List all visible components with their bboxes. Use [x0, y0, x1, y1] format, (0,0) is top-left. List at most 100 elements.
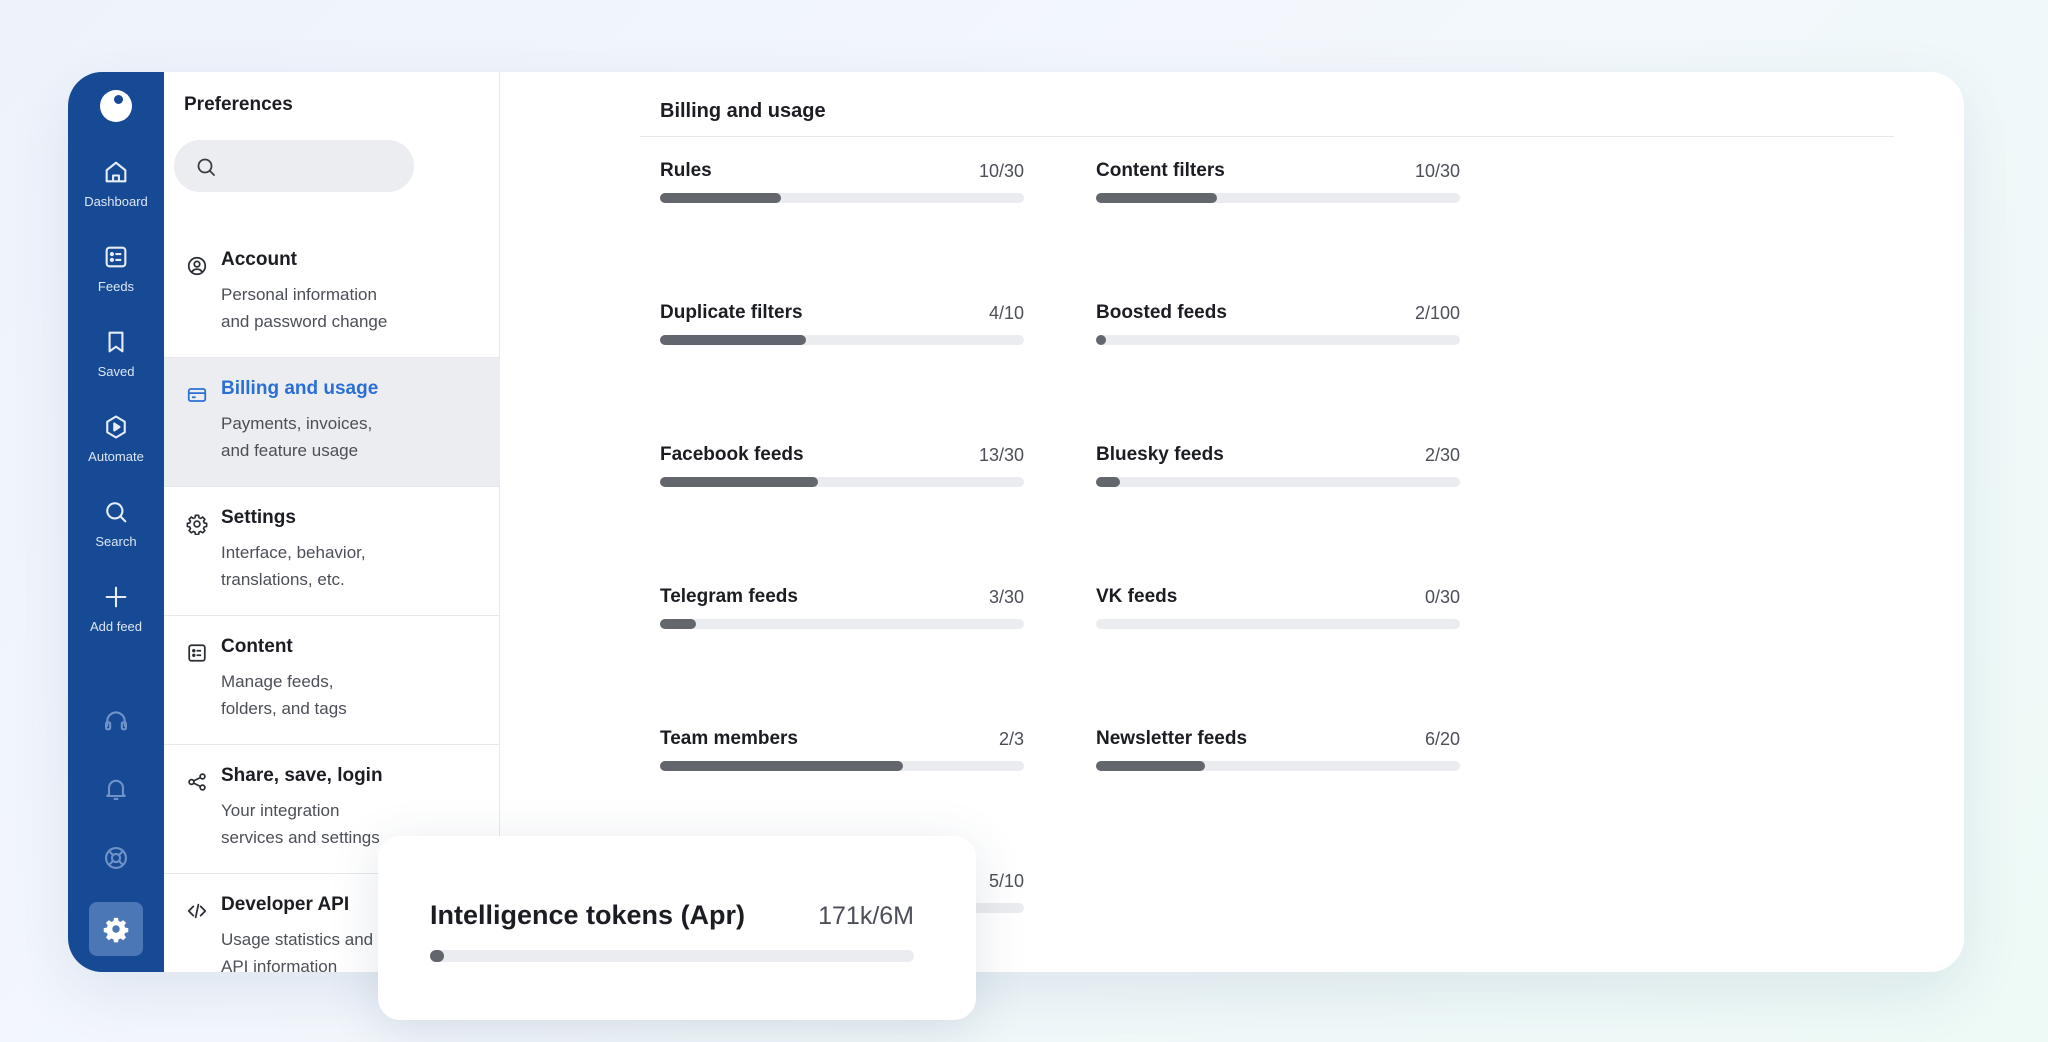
gear-icon [186, 514, 208, 535]
usage-meter: Duplicate filters 4/10 [660, 302, 1024, 345]
usage-progress-fill [660, 761, 903, 771]
rail-label-automate: Automate [88, 449, 144, 464]
usage-progress-track [660, 619, 1024, 629]
prefs-item-desc-line: Your integration [221, 801, 340, 820]
prefs-item-settings[interactable]: Settings Interface, behavior, translatio… [164, 487, 500, 616]
tokens-progress-fill [430, 950, 444, 962]
search-input[interactable] [226, 150, 396, 182]
search-icon [197, 158, 215, 176]
prefs-item-desc-line: Interface, behavior, [221, 543, 366, 562]
prefs-item-title: Account [221, 249, 297, 270]
intelligence-tokens-card: Intelligence tokens (Apr) 171k/6M [378, 836, 976, 1020]
preferences-search[interactable] [174, 140, 414, 192]
rail-item-search[interactable]: Search [68, 498, 164, 549]
usage-value: 3/30 [988, 587, 1024, 607]
usage-value: 10/30 [1414, 161, 1460, 181]
usage-value: 13/30 [978, 445, 1024, 465]
usage-meter: Bluesky feeds 2/30 [1096, 444, 1460, 487]
prefs-item-account[interactable]: Account Personal information and passwor… [164, 229, 500, 358]
app-window: Dashboard Feeds Saved Automate Search Ad… [68, 72, 1964, 972]
prefs-item-billing[interactable]: Billing and usage Payments, invoices, an… [164, 358, 500, 487]
headphones-icon[interactable] [102, 706, 130, 734]
feeds-icon [105, 246, 127, 268]
rail-label-dashboard: Dashboard [84, 194, 148, 209]
usage-label: Team members [660, 728, 798, 749]
usage-value: 10/30 [978, 161, 1024, 181]
rail-label-feeds: Feeds [97, 279, 135, 294]
rail-item-dashboard[interactable]: Dashboard [68, 158, 164, 209]
usage-label: Telegram feeds [660, 586, 798, 607]
user-circle-icon [187, 256, 207, 276]
usage-meter: Team members 2/3 [660, 728, 1024, 771]
tokens-progress-track [430, 950, 914, 962]
usage-progress-fill [1096, 477, 1120, 487]
prefs-item-content[interactable]: Content Manage feeds, folders, and tags [164, 616, 500, 745]
plus-icon [105, 586, 127, 608]
rail-label-add-feed: Add feed [89, 619, 143, 634]
prefs-item-desc: Personal information and password change [221, 281, 417, 335]
tokens-label: Intelligence tokens (Apr) [430, 900, 746, 930]
prefs-item-desc: Payments, invoices, and feature usage [221, 410, 417, 464]
usage-label: Facebook feeds [660, 444, 804, 465]
prefs-item-desc-line: translations, etc. [221, 570, 345, 589]
bookmark-icon [108, 331, 124, 353]
usage-label: Duplicate filters [660, 302, 803, 323]
prefs-item-desc-line: folders, and tags [221, 699, 347, 718]
app-logo[interactable] [100, 90, 132, 122]
credit-card-icon [187, 388, 207, 402]
home-icon [105, 161, 127, 183]
usage-meter: Facebook feeds 13/30 [660, 444, 1024, 487]
rail-item-automate[interactable]: Automate [68, 413, 164, 464]
settings-button[interactable] [89, 902, 143, 956]
list-icon [188, 644, 206, 662]
share-icon [188, 773, 206, 791]
tokens-value: 171k/6M [818, 902, 914, 930]
usage-progress-track [1096, 193, 1460, 203]
divider [640, 136, 1894, 137]
usage-progress-track [1096, 619, 1460, 629]
usage-label: VK feeds [1096, 586, 1178, 607]
usage-label: Newsletter feeds [1096, 728, 1248, 749]
usage-progress-fill [1096, 193, 1217, 203]
help-icon[interactable] [102, 844, 130, 872]
prefs-item-title: Developer API [221, 894, 350, 915]
prefs-item-desc-line: Personal information [221, 285, 377, 304]
prefs-item-desc-line: and password change [221, 312, 388, 331]
usage-value: 4/10 [988, 303, 1024, 323]
rail-item-feeds[interactable]: Feeds [68, 243, 164, 294]
prefs-item-title: Billing and usage [221, 378, 379, 399]
nav-rail: Dashboard Feeds Saved Automate Search Ad… [68, 72, 164, 972]
usage-meter: VK feeds 0/30 [1096, 586, 1460, 629]
rail-item-saved[interactable]: Saved [68, 328, 164, 379]
usage-progress-fill [660, 335, 806, 345]
usage-progress-track [1096, 335, 1460, 345]
usage-progress-fill [660, 619, 696, 629]
usage-value: 0/30 [1424, 587, 1460, 607]
usage-value: 2/3 [998, 729, 1024, 749]
usage-progress-fill [660, 477, 818, 487]
code-icon [187, 903, 207, 919]
bell-icon[interactable] [102, 775, 130, 803]
usage-meter: Rules 10/30 [660, 160, 1024, 203]
usage-value: 6/20 [1424, 729, 1460, 749]
usage-progress-track [660, 335, 1024, 345]
usage-meter: Content filters 10/30 [1096, 160, 1460, 203]
prefs-item-desc-line: Payments, invoices, [221, 414, 373, 433]
usage-progress-track [660, 193, 1024, 203]
usage-progress-fill [660, 193, 781, 203]
usage-value: 2/30 [1424, 445, 1460, 465]
usage-meter: Newsletter feeds 6/20 [1096, 728, 1460, 771]
usage-progress-track [660, 761, 1024, 771]
usage-meter: Telegram feeds 3/30 [660, 586, 1024, 629]
usage-progress-track [1096, 477, 1460, 487]
preferences-title: Preferences [184, 94, 293, 115]
usage-label: Boosted feeds [1096, 302, 1227, 323]
search-icon [106, 502, 127, 523]
rail-item-add-feed[interactable]: Add feed [68, 583, 164, 634]
prefs-item-desc-line: and feature usage [221, 441, 359, 460]
prefs-item-desc: Interface, behavior, translations, etc. [221, 539, 417, 593]
prefs-item-desc: Manage feeds, folders, and tags [221, 668, 417, 722]
usage-label: Content filters [1096, 160, 1225, 181]
usage-progress-track [1096, 761, 1460, 771]
prefs-item-title: Share, save, login [221, 765, 383, 786]
